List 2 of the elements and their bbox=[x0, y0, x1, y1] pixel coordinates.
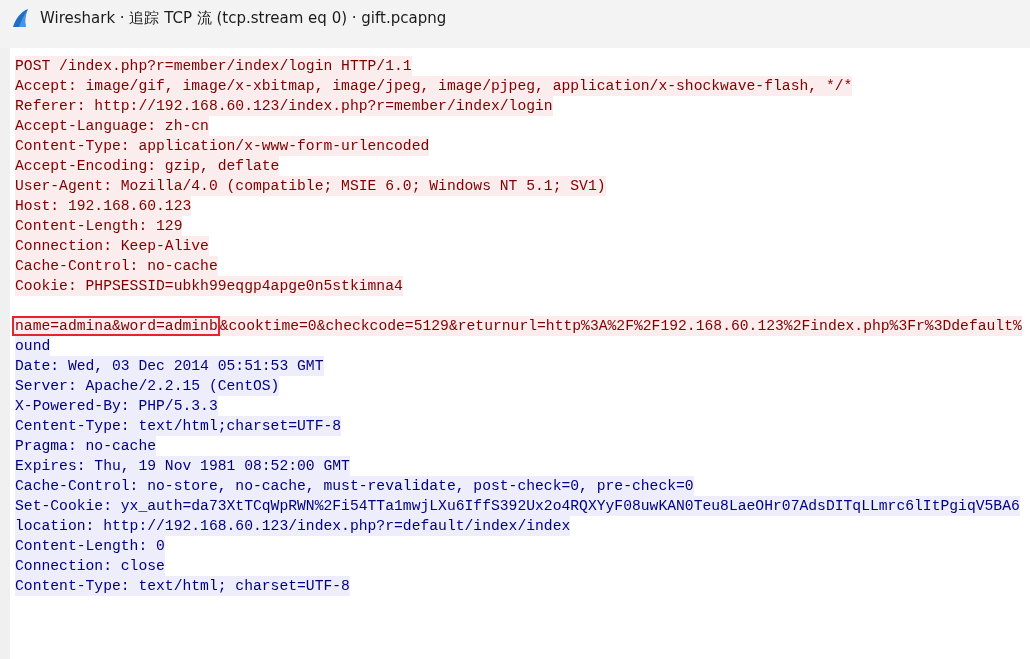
highlighted-text: name=admina&word=adminb bbox=[12, 316, 220, 336]
window-title: Wireshark · 追踪 TCP 流 (tcp.stream eq 0) · gift.pcapng bbox=[40, 7, 447, 29]
